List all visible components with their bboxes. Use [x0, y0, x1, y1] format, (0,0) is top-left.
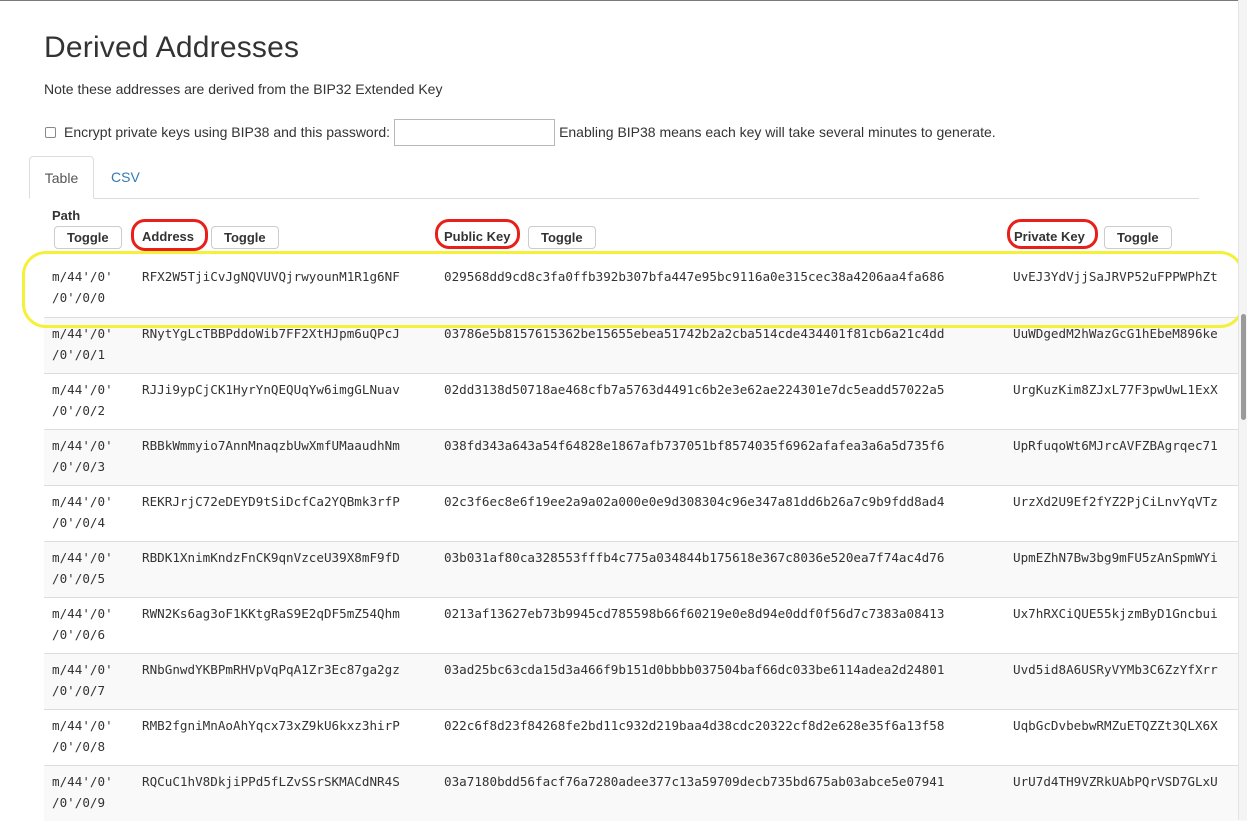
table-row: m/44'/0' /0'/0/6 RWN2Ks6ag3oF1KKtgRaS9E2…: [44, 597, 1247, 653]
scrollbar-thumb[interactable]: [1241, 314, 1246, 420]
path-cell: m/44'/0': [52, 382, 113, 397]
bip38-password-input[interactable]: [394, 118, 556, 146]
toggle-private-key-button[interactable]: Toggle: [1104, 226, 1172, 249]
public-key-cell: 03ad25bc63cda15d3a466f9b151d0bbbb037504b…: [444, 662, 945, 677]
public-key-cell: 0213af13627eb73b9945cd785598b66f60219e0e…: [444, 606, 945, 621]
path-cell: /0'/0/2: [52, 403, 106, 418]
vertical-scrollbar[interactable]: [1238, 0, 1247, 820]
address-cell: RJJi9ypCjCK1HyrYnQEQUqYw6imgGLNuav: [142, 382, 400, 397]
address-cell: RQCuC1hV8DkjiPPd5fLZvSSrSKMACdNR4S: [142, 774, 400, 789]
tab-table[interactable]: Table: [29, 156, 94, 199]
address-cell: RBDK1XnimKndzFnCK9qnVzceU39X8mF9fD: [142, 550, 400, 565]
path-cell: /0'/0/9: [52, 795, 106, 810]
address-cell: RWN2Ks6ag3oF1KKtgRaS9E2qDF5mZ54Qhm: [142, 606, 400, 621]
table-row: m/44'/0' /0'/0/5 RBDK1XnimKndzFnCK9qnVzc…: [44, 541, 1247, 597]
table-row: m/44'/0' /0'/0/2 RJJi9ypCjCK1HyrYnQEQUqY…: [44, 373, 1247, 429]
first-row-highlight: [22, 251, 1244, 328]
address-header-circle: [131, 219, 208, 251]
bip38-checkbox-label: Encrypt private keys using BIP38 and thi…: [64, 124, 391, 140]
output-tabs: Table CSV: [29, 156, 1199, 199]
public-key-cell: 02c3f6ec8e6f19ee2a9a02a000e0e9d308304c96…: [444, 494, 945, 509]
table-row: m/44'/0' /0'/0/9 RQCuC1hV8DkjiPPd5fLZvSS…: [44, 765, 1247, 821]
path-cell: m/44'/0': [52, 662, 113, 677]
public-key-cell: 02dd3138d50718ae468cfb7a5763d4491c6b2e3e…: [444, 382, 945, 397]
bip38-hint: Enabling BIP38 means each key will take …: [559, 124, 996, 140]
address-cell: RNbGnwdYKBPmRHVpVqPqA1Zr3Ec87ga2gz: [142, 662, 400, 677]
private-key-cell: UpmEZhN7Bw3bg9mFU5zAnSpmWYi: [1013, 550, 1218, 565]
page-title: Derived Addresses: [44, 31, 300, 64]
path-cell: m/44'/0': [52, 326, 113, 341]
path-cell: m/44'/0': [52, 494, 113, 509]
public-key-cell: 022c6f8d23f84268fe2bd11c932d219baa4d38cd…: [444, 718, 945, 733]
private-key-cell: UrU7d4TH9VZRkUAbPQrVSD7GLxU: [1013, 774, 1218, 789]
table-row: m/44'/0' /0'/0/7 RNbGnwdYKBPmRHVpVqPqA1Z…: [44, 653, 1247, 709]
path-cell: m/44'/0': [52, 774, 113, 789]
table-row: m/44'/0' /0'/0/8 RMB2fgniMnAoAhYqcx73xZ9…: [44, 709, 1247, 765]
path-cell: /0'/0/6: [52, 627, 106, 642]
address-table: m/44'/0' /0'/0/0 RFX2W5TjiCvJgNQVUVQjrwy…: [44, 261, 1247, 821]
table-row: m/44'/0' /0'/0/3 RBBkWmmyio7AnnMnaqzbUwX…: [44, 429, 1247, 485]
address-cell: RMB2fgniMnAoAhYqcx73xZ9kU6kxz3hirP: [142, 718, 400, 733]
bip38-row: Encrypt private keys using BIP38 and thi…: [44, 118, 996, 146]
path-cell: /0'/0/1: [52, 347, 106, 362]
private-key-cell: UrgKuzKim8ZJxL77F3pwUwL1ExX: [1013, 382, 1218, 397]
private-key-header-circle: [1007, 219, 1098, 249]
path-cell: /0'/0/5: [52, 571, 106, 586]
path-cell: /0'/0/8: [52, 739, 106, 754]
toggle-address-button[interactable]: Toggle: [211, 226, 279, 249]
path-cell: m/44'/0': [52, 606, 113, 621]
public-key-cell: 03a7180bdd56facf76a7280adee377c13a59709d…: [444, 774, 945, 789]
bip38-checkbox[interactable]: [45, 126, 56, 138]
path-cell: m/44'/0': [52, 550, 113, 565]
private-key-cell: UrzXd2U9Ef2fYZ2PjCiLnvYqVTz: [1013, 494, 1218, 509]
address-cell: RBBkWmmyio7AnnMnaqzbUwXmfUMaaudhNm: [142, 438, 400, 453]
address-cell: REKRJrjC72eDEYD9tSiDcfCa2YQBmk3rfP: [142, 494, 400, 509]
public-key-cell: 03b031af80ca328553fffb4c775a034844b17561…: [444, 550, 945, 565]
window-top-edge: [0, 0, 1247, 1]
path-cell: /0'/0/3: [52, 459, 106, 474]
private-key-cell: UuWDgedM2hWazGcG1hEbeM896ke: [1013, 326, 1218, 341]
path-cell: /0'/0/7: [52, 683, 106, 698]
path-cell: /0'/0/4: [52, 515, 106, 530]
path-cell: m/44'/0': [52, 438, 113, 453]
public-key-cell: 03786e5b8157615362be15655ebea51742b2a2cb…: [444, 326, 945, 341]
private-key-cell: UqbGcDvbebwRMZuETQZZt3QLX6X: [1013, 718, 1218, 733]
toggle-public-key-button[interactable]: Toggle: [528, 226, 596, 249]
public-key-cell: 038fd343a643a54f64828e1867afb737051bf857…: [444, 438, 945, 453]
tab-csv[interactable]: CSV: [111, 156, 140, 198]
private-key-cell: Uvd5id8A6USRyVYMb3C6ZzYfXrr: [1013, 662, 1218, 677]
private-key-cell: Ux7hRXCiQUE55kjzmByD1Gncbui: [1013, 606, 1218, 621]
public-key-header-circle: [435, 219, 520, 249]
private-key-cell: UpRfuqoWt6MJrcAVFZBAgrqec71: [1013, 438, 1218, 453]
path-cell: m/44'/0': [52, 718, 113, 733]
column-header-path: Path: [52, 208, 81, 223]
table-row: m/44'/0' /0'/0/4 REKRJrjC72eDEYD9tSiDcfC…: [44, 485, 1247, 541]
address-cell: RNytYgLcTBBPddoWib7FF2XtHJpm6uQPcJ: [142, 326, 400, 341]
derivation-note: Note these addresses are derived from th…: [44, 81, 443, 97]
toggle-path-button[interactable]: Toggle: [54, 226, 122, 249]
